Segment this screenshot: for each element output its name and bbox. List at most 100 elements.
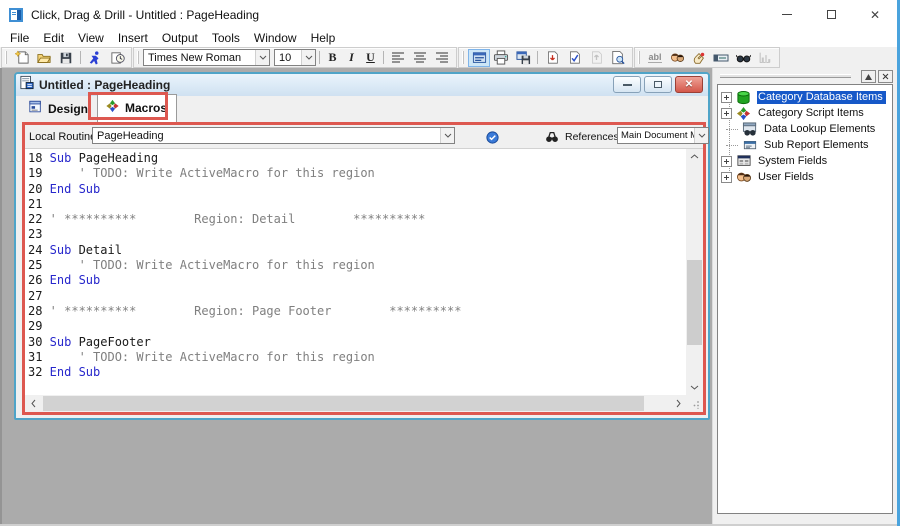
user-field-button[interactable] [666,49,688,67]
scroll-up-arrow-icon[interactable] [686,149,703,164]
menu-file[interactable]: File [3,30,36,46]
font-size-select[interactable]: 10 [274,49,316,66]
data-lookup-icon [742,122,760,137]
mdi-area: Untitled : PageHeading ✕ Design Macros [0,68,712,526]
tree-item-label: User Fields [757,171,817,184]
menu-insert[interactable]: Insert [111,30,155,46]
routine-value: PageHeading [93,130,440,142]
band-gripper[interactable] [462,51,464,64]
band-gripper[interactable] [137,51,139,64]
minimize-button[interactable] [765,0,809,29]
band-element-button[interactable] [710,49,732,67]
document-tab-row: Design Macros [16,96,708,122]
references-select[interactable]: Main Document Macros [617,127,709,144]
horizontal-scroll-thumb[interactable] [43,396,644,411]
code-line: 31 ' TODO: Write ActiveMacro for this re… [28,350,686,365]
menu-tools[interactable]: Tools [205,30,247,46]
font-family-select[interactable]: Times New Roman [143,49,270,66]
maximize-button[interactable] [809,0,853,29]
close-button[interactable]: ✕ [853,0,897,29]
text-field-button[interactable]: abl [644,49,666,67]
dropdown-arrow-icon[interactable] [301,50,315,65]
document-title-bar[interactable]: Untitled : PageHeading ✕ [16,74,708,96]
syntax-check-button[interactable] [483,128,501,146]
align-left-button[interactable] [387,49,409,67]
horizontal-scrollbar[interactable] [25,395,686,412]
vertical-scroll-thumb[interactable] [687,260,702,345]
schedule-button[interactable] [106,49,128,67]
find-report-button[interactable] [607,49,629,67]
dropdown-arrow-icon[interactable] [440,128,454,143]
collapse-triangle-icon [865,74,872,80]
tab-macros[interactable]: Macros [97,94,177,122]
tree-connector [726,145,738,146]
align-right-button[interactable] [431,49,453,67]
document-restore-button[interactable] [644,76,672,93]
save-button[interactable] [55,49,77,67]
export-report-button[interactable] [541,49,563,67]
menu-help[interactable]: Help [304,30,343,46]
menu-edit[interactable]: Edit [36,30,71,46]
horizontal-scrollbar-row [25,395,703,412]
lookup-element-button[interactable] [732,49,754,67]
verify-report-button[interactable] [563,49,585,67]
band-gripper[interactable] [5,51,7,64]
code-line: 22 ' ********** Region: Detail *********… [28,212,686,227]
underline-button[interactable]: U [361,49,380,67]
code-editor[interactable]: 18 Sub PageHeading19 ' TODO: Write Activ… [25,149,686,395]
document-window: Untitled : PageHeading ✕ Design Macros [14,72,710,420]
scroll-right-arrow-icon[interactable] [670,395,686,412]
tree-item-user-fields[interactable]: User Fields [720,169,892,185]
preview-report-button[interactable] [468,49,490,67]
macro-field-button[interactable] [688,49,710,67]
new-document-icon [15,50,30,65]
save-report-button[interactable] [512,49,534,67]
tree-item-system-fields[interactable]: System Fields [720,153,892,169]
tree-item-category-script-items[interactable]: Category Script Items [720,105,892,121]
italic-button[interactable]: I [342,49,361,67]
expand-plus-icon[interactable] [721,156,732,167]
chart-element-button[interactable] [754,49,776,67]
expand-plus-icon[interactable] [721,172,732,183]
menu-output[interactable]: Output [155,30,205,46]
vertical-scrollbar[interactable] [686,149,703,395]
elements-panel-header [713,68,897,84]
dropdown-arrow-icon[interactable] [694,128,708,143]
preview-report-icon [472,51,487,65]
run-output-button[interactable] [84,49,106,67]
macro-toolbar: Local Routines PageHeading References Ma… [25,125,703,149]
update-report-button[interactable] [585,49,607,67]
open-file-button[interactable] [33,49,55,67]
main-toolbar: Times New Roman 10 B I U [0,47,900,68]
document-close-button[interactable]: ✕ [675,76,703,93]
scroll-left-arrow-icon[interactable] [25,395,41,412]
menu-view[interactable]: View [71,30,111,46]
sub-report-icon [742,138,760,153]
panel-gripper[interactable] [720,74,851,78]
expand-plus-icon[interactable] [721,108,732,119]
bold-button[interactable]: B [323,49,342,67]
horizontal-scroll-track[interactable] [41,395,670,412]
user-faces-icon [670,51,685,64]
menu-window[interactable]: Window [247,30,304,46]
tree-item-sub-report-elements[interactable]: Sub Report Elements [720,137,892,153]
print-report-button[interactable] [490,49,512,67]
tree-item-data-lookup-elements[interactable]: Data Lookup Elements [720,121,892,137]
expand-plus-icon[interactable] [721,92,732,103]
band-gripper[interactable] [638,51,640,64]
close-icon [882,73,889,80]
new-document-button[interactable] [11,49,33,67]
panel-collapse-button[interactable] [861,70,876,83]
align-center-button[interactable] [409,49,431,67]
document-minimize-button[interactable] [613,76,641,93]
tab-design[interactable]: Design [21,96,97,122]
find-button[interactable] [543,128,561,146]
code-area: 18 Sub PageHeading19 ' TODO: Write Activ… [25,149,703,395]
tree-item-label: Data Lookup Elements [763,123,878,136]
panel-close-button[interactable] [878,70,893,83]
tree-item-category-database-items[interactable]: Category Database Items [720,89,892,105]
scroll-down-arrow-icon[interactable] [686,380,703,395]
routine-select[interactable]: PageHeading [92,127,455,144]
align-left-icon [392,52,405,63]
dropdown-arrow-icon[interactable] [255,50,269,65]
